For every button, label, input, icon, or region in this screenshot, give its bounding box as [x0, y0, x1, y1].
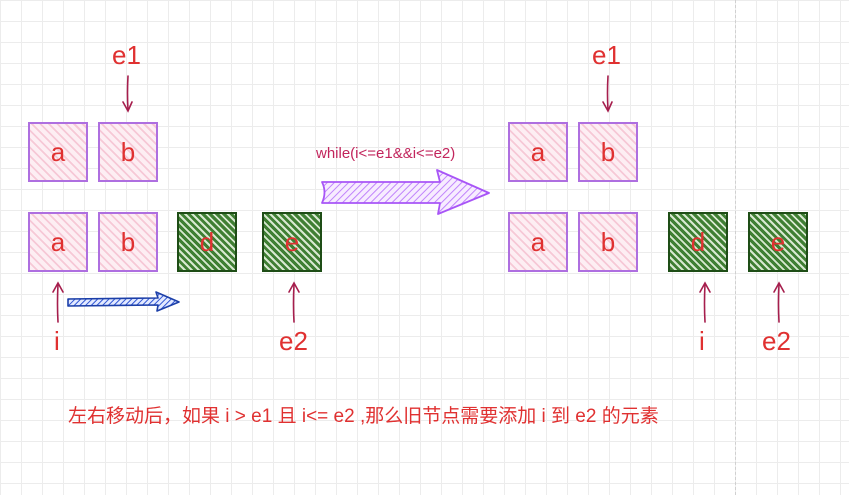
right-i-pointer-arrow [699, 281, 711, 323]
caption-text: 左右移动后，如果 i > e1 且 i<= e2 ,那么旧节点需要添加 i 到 … [68, 406, 659, 427]
left-e2-pointer-arrow [288, 281, 300, 323]
left-e1-pointer-arrow [122, 75, 133, 113]
right-e1-pointer-arrow [602, 75, 613, 113]
move-right-arrow [67, 291, 180, 312]
left-i-pointer-arrow [52, 281, 64, 323]
transition-arrow [321, 169, 490, 215]
right-e2-pointer-arrow [773, 281, 785, 323]
